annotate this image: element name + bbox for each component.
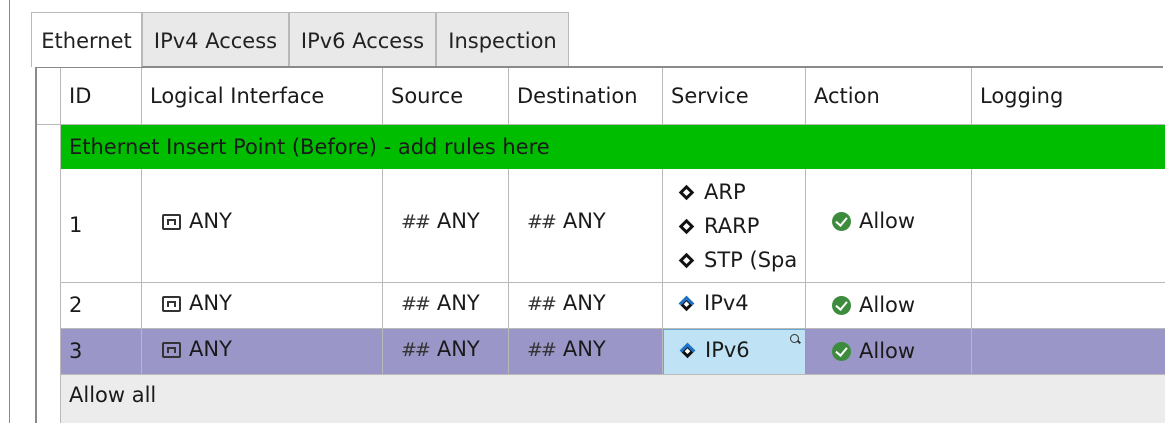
grid-header: ID Logical Interface Source Destination … bbox=[35, 68, 1165, 125]
network-interface-icon bbox=[162, 296, 181, 312]
any-network-icon: ## bbox=[401, 339, 431, 361]
rules-grid: ID Logical Interface Source Destination … bbox=[35, 66, 1165, 423]
cell-source[interactable]: ## ANY bbox=[383, 169, 509, 283]
cell-destination[interactable]: ## ANY bbox=[509, 283, 663, 329]
insert-point-row[interactable]: Ethernet Insert Point (Before) - add rul… bbox=[35, 125, 1165, 169]
column-header-logging[interactable]: Logging bbox=[972, 68, 1165, 124]
cell-service[interactable]: ARP RARP STP (Spa bbox=[663, 169, 806, 283]
header-selector bbox=[35, 68, 61, 124]
default-rule-row[interactable]: Allow all bbox=[61, 375, 1165, 423]
tab-ipv4-access[interactable]: IPv4 Access bbox=[142, 12, 289, 66]
cell-action[interactable]: Allow bbox=[806, 283, 972, 329]
table-row[interactable]: 1 ANY ## ANY ## ANY ARP RARP STP (Spa Allo… bbox=[35, 169, 1165, 283]
network-interface-icon bbox=[162, 342, 181, 358]
column-header-action[interactable]: Action bbox=[806, 68, 972, 124]
table-row-selected[interactable]: 3 ANY ## ANY ## ANY IPv6 Allow bbox=[35, 329, 1165, 375]
cell-service[interactable]: IPv4 bbox=[663, 283, 806, 329]
column-header-source[interactable]: Source bbox=[383, 68, 509, 124]
table-row[interactable]: 2 ANY ## ANY ## ANY IPv4 Allow bbox=[35, 283, 1165, 329]
column-header-destination[interactable]: Destination bbox=[509, 68, 663, 124]
cell-logical-interface[interactable]: ANY bbox=[142, 329, 383, 375]
allow-check-icon bbox=[832, 296, 851, 315]
tab-ethernet[interactable]: Ethernet bbox=[31, 12, 142, 67]
allow-check-icon bbox=[832, 212, 851, 231]
any-network-icon: ## bbox=[527, 339, 557, 361]
default-rule-label: Allow all bbox=[69, 383, 157, 407]
any-network-icon: ## bbox=[401, 293, 431, 315]
cell-logical-interface[interactable]: ANY bbox=[142, 283, 383, 329]
row-selector[interactable] bbox=[35, 125, 61, 169]
insert-point-label: Ethernet Insert Point (Before) - add rul… bbox=[69, 135, 550, 159]
cell-destination[interactable]: ## ANY bbox=[509, 329, 663, 375]
service-item: RARP bbox=[677, 209, 797, 243]
cell-id[interactable]: 2 bbox=[61, 283, 142, 329]
service-diamond-icon bbox=[678, 218, 695, 235]
row-selector[interactable] bbox=[35, 329, 61, 375]
cell-action[interactable]: Allow bbox=[806, 169, 972, 283]
ip-service-icon bbox=[679, 342, 696, 359]
cell-id[interactable]: 3 bbox=[61, 329, 142, 375]
service-item: STP (Spa bbox=[677, 243, 797, 277]
cell-logical-interface[interactable]: ANY bbox=[142, 169, 383, 283]
tab-inspection[interactable]: Inspection bbox=[436, 12, 569, 66]
column-header-id[interactable]: ID bbox=[61, 68, 142, 124]
any-network-icon: ## bbox=[401, 211, 431, 233]
cell-source[interactable]: ## ANY bbox=[383, 329, 509, 375]
cell-id[interactable]: 1 bbox=[61, 169, 142, 283]
cell-logging[interactable] bbox=[972, 329, 1165, 375]
allow-all-row[interactable]: Allow all bbox=[35, 375, 1165, 423]
cell-source[interactable]: ## ANY bbox=[383, 283, 509, 329]
column-header-service[interactable]: Service bbox=[663, 68, 806, 124]
left-accent-line bbox=[9, 0, 10, 423]
network-interface-icon bbox=[162, 214, 181, 230]
cell-logging[interactable] bbox=[972, 169, 1165, 283]
insert-point-bar[interactable]: Ethernet Insert Point (Before) - add rul… bbox=[61, 125, 1165, 169]
service-diamond-icon bbox=[678, 252, 695, 269]
row-selector[interactable] bbox=[35, 169, 61, 283]
ip-service-icon bbox=[678, 295, 695, 312]
any-network-icon: ## bbox=[527, 293, 557, 315]
row-selector[interactable] bbox=[35, 283, 61, 329]
any-network-icon: ## bbox=[527, 211, 557, 233]
allow-check-icon bbox=[832, 342, 851, 361]
cell-action[interactable]: Allow bbox=[806, 329, 972, 375]
magnifier-icon[interactable] bbox=[790, 334, 799, 343]
service-item: ARP bbox=[677, 175, 797, 209]
column-header-logical-interface[interactable]: Logical Interface bbox=[142, 68, 383, 124]
row-selector[interactable] bbox=[35, 375, 61, 423]
cell-destination[interactable]: ## ANY bbox=[509, 169, 663, 283]
tab-ipv6-access[interactable]: IPv6 Access bbox=[289, 12, 436, 66]
cell-service-selected[interactable]: IPv6 bbox=[663, 329, 806, 375]
service-diamond-icon bbox=[678, 184, 695, 201]
cell-logging[interactable] bbox=[972, 283, 1165, 329]
